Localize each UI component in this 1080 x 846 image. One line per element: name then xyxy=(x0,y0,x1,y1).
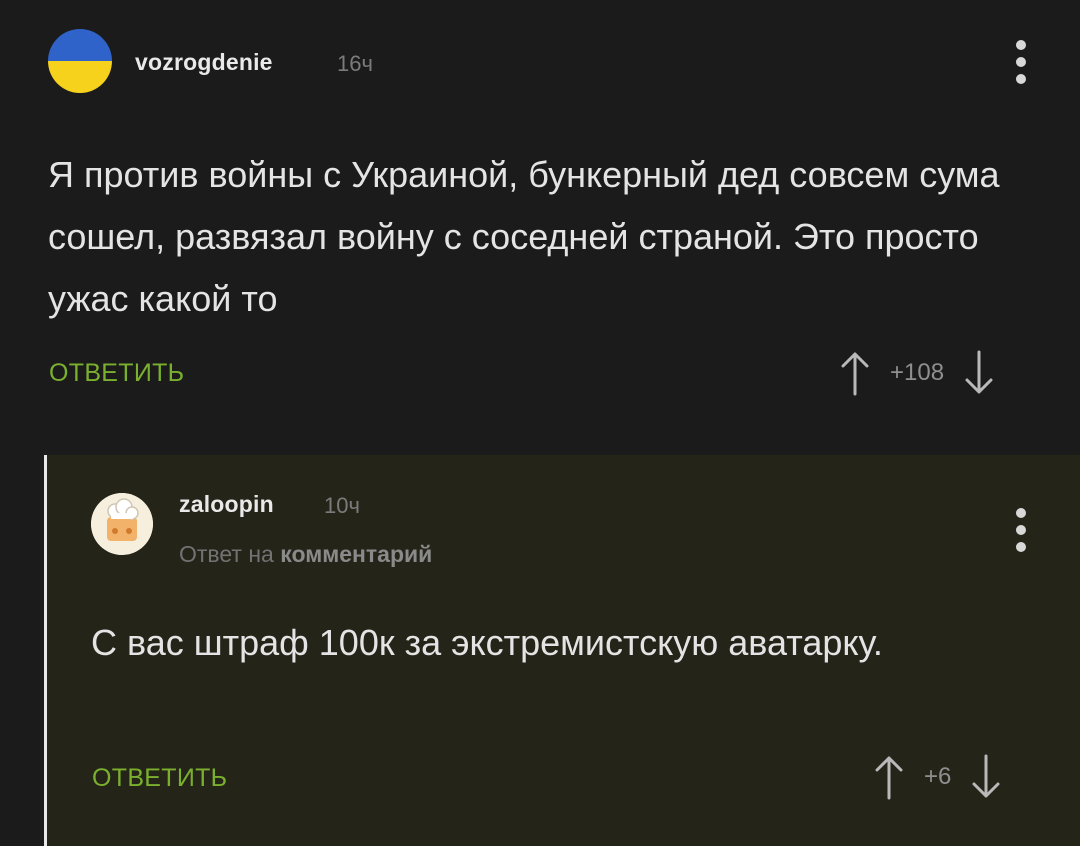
comment-text: С вас штраф 100к за экстремистскую авата… xyxy=(91,622,883,663)
avatar[interactable] xyxy=(91,493,153,555)
avatar[interactable] xyxy=(48,29,112,93)
more-vertical-icon[interactable] xyxy=(1015,508,1027,552)
reply-comment: zaloopin 10ч Ответ на комментарий С вас … xyxy=(44,455,1080,846)
comment-author[interactable]: zaloopin xyxy=(179,491,274,518)
score: +6 xyxy=(924,763,952,790)
comment-time: 16ч xyxy=(337,51,373,76)
comment-author[interactable]: vozrogdenie xyxy=(135,49,273,76)
comment-text: Я против войны с Украиной, бункерный дед… xyxy=(48,154,1000,319)
reply-prefix: Ответ на xyxy=(179,541,274,567)
more-vertical-icon[interactable] xyxy=(1015,40,1027,84)
score: +108 xyxy=(890,359,945,386)
chef-hat-avatar-icon xyxy=(91,493,153,555)
reply-to-label: Ответ на комментарий xyxy=(179,541,432,568)
reply-button[interactable]: ОТВЕТИТЬ xyxy=(49,359,184,388)
comment: vozrogdenie 16ч Я против войны с Украино… xyxy=(0,0,1080,455)
arrow-down-icon[interactable] xyxy=(969,754,1003,800)
arrow-down-icon[interactable] xyxy=(962,350,996,396)
arrow-up-icon[interactable] xyxy=(872,754,906,800)
reply-button[interactable]: ОТВЕТИТЬ xyxy=(92,764,227,793)
ukraine-flag-avatar-icon xyxy=(48,29,112,93)
comment-time: 10ч xyxy=(324,493,360,518)
vote-controls: +108 xyxy=(838,350,996,396)
reply-target-link[interactable]: комментарий xyxy=(280,541,432,567)
thread-line xyxy=(44,455,47,846)
arrow-up-icon[interactable] xyxy=(838,350,872,396)
vote-controls: +6 xyxy=(872,754,1003,800)
